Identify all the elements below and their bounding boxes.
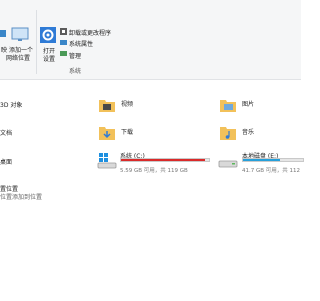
system-group-label: 系统 bbox=[69, 68, 82, 75]
local-disk-icon[interactable] bbox=[218, 152, 238, 170]
downloads-folder-icon[interactable] bbox=[98, 123, 116, 143]
videos-folder-icon[interactable] bbox=[98, 96, 116, 114]
system-properties-icon[interactable] bbox=[60, 39, 67, 46]
folder-3d-objects[interactable]: 3D 对象 bbox=[0, 100, 22, 109]
downloads-label[interactable]: 下载 bbox=[121, 127, 133, 136]
folder-desktop[interactable]: 桌面 bbox=[0, 157, 12, 166]
network-location-subtitle: 位置添加到位置 bbox=[0, 194, 43, 201]
add-network-location-icon[interactable] bbox=[10, 26, 32, 42]
pictures-label[interactable]: 图片 bbox=[242, 99, 254, 108]
ribbon: 映 添加一个 网络位置 打开 设置 卸载或更改程序 系统属性 管理 系统 bbox=[0, 0, 301, 80]
folder-documents[interactable]: 文档 bbox=[0, 128, 12, 137]
open-settings-label-2[interactable]: 设置 bbox=[43, 54, 55, 63]
ribbon-separator bbox=[36, 10, 37, 74]
music-label[interactable]: 音乐 bbox=[242, 127, 254, 136]
drive-e-usage-bar bbox=[242, 158, 304, 162]
settings-gear-icon[interactable] bbox=[40, 27, 56, 43]
pictures-folder-icon[interactable] bbox=[219, 96, 237, 114]
add-network-location-label-2[interactable]: 网络位置 bbox=[6, 53, 30, 62]
drive-e-free-space: 41.7 GB 可用，共 112 bbox=[242, 168, 301, 174]
map-drive-icon[interactable] bbox=[0, 28, 7, 38]
music-folder-icon[interactable] bbox=[219, 123, 237, 143]
uninstall-programs-icon[interactable] bbox=[60, 28, 67, 35]
drive-c-usage-fill bbox=[121, 159, 205, 161]
manage-icon[interactable] bbox=[60, 50, 67, 57]
uninstall-programs-label[interactable]: 卸载或更改程序 bbox=[69, 28, 111, 37]
drive-c-usage-bar bbox=[120, 158, 210, 162]
drive-c-free-space: 5.59 GB 可用，共 119 GB bbox=[120, 168, 188, 174]
windows-drive-icon[interactable] bbox=[97, 152, 117, 170]
drive-e-usage-fill bbox=[243, 159, 281, 161]
system-properties-label[interactable]: 系统属性 bbox=[69, 39, 93, 48]
manage-label[interactable]: 管理 bbox=[69, 51, 81, 60]
videos-label[interactable]: 视频 bbox=[121, 99, 133, 108]
